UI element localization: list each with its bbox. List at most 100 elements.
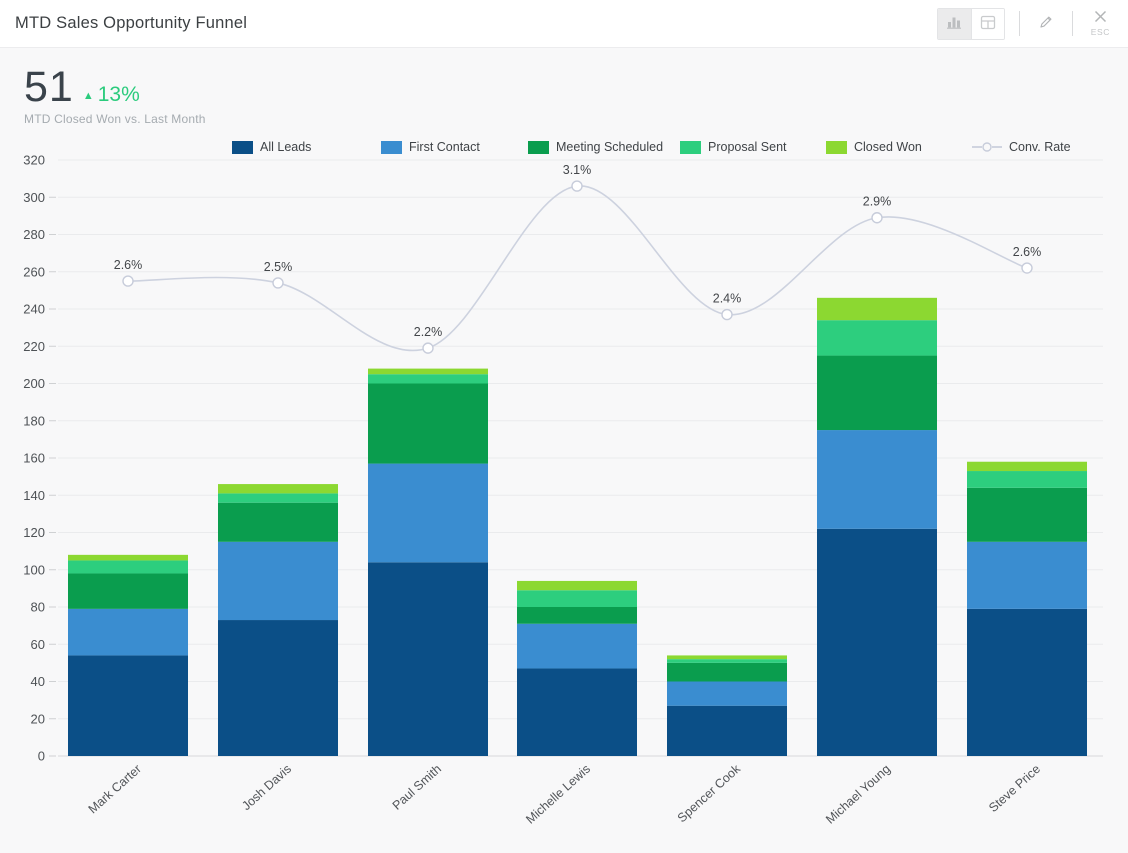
legend-swatch bbox=[232, 141, 253, 154]
legend-item-closed-won[interactable]: Closed Won bbox=[826, 140, 922, 154]
legend-item-meeting-scheduled[interactable]: Meeting Scheduled bbox=[528, 140, 663, 154]
bar-segment-all-leads[interactable] bbox=[68, 655, 188, 756]
bar-segment-all-leads[interactable] bbox=[218, 620, 338, 756]
y-axis-label: 240 bbox=[23, 302, 45, 317]
conv-rate-marker[interactable] bbox=[423, 343, 433, 353]
legend-label: Closed Won bbox=[854, 140, 922, 154]
bar-segment-meeting-scheduled[interactable] bbox=[68, 573, 188, 608]
bar-segment-first-contact[interactable] bbox=[218, 542, 338, 620]
bar-segment-proposal-sent[interactable] bbox=[817, 320, 937, 355]
bar-segment-proposal-sent[interactable] bbox=[218, 493, 338, 502]
bar-segment-first-contact[interactable] bbox=[68, 609, 188, 656]
y-axis-label: 20 bbox=[31, 711, 45, 726]
x-axis-label: Paul Smith bbox=[390, 762, 444, 813]
bar-segment-meeting-scheduled[interactable] bbox=[817, 356, 937, 431]
conv-rate-marker[interactable] bbox=[123, 276, 133, 286]
bar-segment-all-leads[interactable] bbox=[667, 706, 787, 756]
y-axis-label: 220 bbox=[23, 339, 45, 354]
legend-label: Conv. Rate bbox=[1009, 140, 1071, 154]
bar-segment-first-contact[interactable] bbox=[368, 464, 488, 563]
bar-segment-closed-won[interactable] bbox=[218, 484, 338, 493]
y-axis-label: 0 bbox=[38, 749, 45, 764]
legend-swatch bbox=[528, 141, 549, 154]
y-axis-label: 80 bbox=[31, 600, 45, 615]
bar-segment-meeting-scheduled[interactable] bbox=[517, 607, 637, 624]
chart-panel-body: 0204060801001201401601802002202402602803… bbox=[0, 48, 1128, 853]
bar-segment-meeting-scheduled[interactable] bbox=[368, 384, 488, 464]
legend-item-conv-rate[interactable]: Conv. Rate bbox=[972, 140, 1071, 154]
x-axis-label: Josh Davis bbox=[239, 762, 294, 813]
legend-item-all-leads[interactable]: All Leads bbox=[232, 140, 311, 154]
legend-label: First Contact bbox=[409, 140, 480, 154]
conv-rate-value-label: 2.5% bbox=[264, 260, 293, 274]
bar-segment-proposal-sent[interactable] bbox=[967, 471, 1087, 488]
bar-segment-first-contact[interactable] bbox=[517, 624, 637, 669]
bar-segment-first-contact[interactable] bbox=[817, 430, 937, 529]
y-axis-label: 140 bbox=[23, 488, 45, 503]
legend-swatch bbox=[381, 141, 402, 154]
conv-rate-value-label: 2.4% bbox=[713, 292, 742, 306]
x-axis-label: Michael Young bbox=[823, 762, 893, 827]
y-axis-label: 120 bbox=[23, 525, 45, 540]
conv-rate-marker[interactable] bbox=[1022, 263, 1032, 273]
bar-segment-proposal-sent[interactable] bbox=[68, 560, 188, 573]
conv-rate-marker[interactable] bbox=[872, 213, 882, 223]
bar-segment-closed-won[interactable] bbox=[517, 581, 637, 590]
conv-rate-marker[interactable] bbox=[722, 310, 732, 320]
x-axis-label: Spencer Cook bbox=[675, 761, 744, 825]
bar-segment-closed-won[interactable] bbox=[368, 369, 488, 375]
conv-rate-value-label: 2.9% bbox=[863, 195, 892, 209]
bar-segment-meeting-scheduled[interactable] bbox=[967, 488, 1087, 542]
bar-segment-first-contact[interactable] bbox=[667, 682, 787, 706]
line-marker-icon bbox=[972, 141, 1002, 153]
legend-label: Proposal Sent bbox=[708, 140, 787, 154]
y-axis-label: 60 bbox=[31, 637, 45, 652]
x-axis-label: Michelle Lewis bbox=[523, 762, 593, 827]
legend-swatch bbox=[680, 141, 701, 154]
y-axis-label: 160 bbox=[23, 451, 45, 466]
legend-swatch bbox=[826, 141, 847, 154]
pencil-icon bbox=[1038, 14, 1054, 33]
table-view-button[interactable] bbox=[971, 9, 1004, 39]
panel-title: MTD Sales Opportunity Funnel bbox=[15, 14, 247, 33]
bar-segment-meeting-scheduled[interactable] bbox=[218, 503, 338, 542]
legend-label: All Leads bbox=[260, 140, 311, 154]
y-axis-label: 40 bbox=[31, 674, 45, 689]
bar-segment-closed-won[interactable] bbox=[667, 655, 787, 659]
bar-segment-proposal-sent[interactable] bbox=[517, 590, 637, 607]
divider bbox=[1072, 11, 1073, 36]
edit-button[interactable] bbox=[1034, 12, 1058, 35]
conv-rate-value-label: 2.6% bbox=[114, 258, 143, 272]
close-button[interactable]: ESC bbox=[1087, 8, 1114, 39]
bar-segment-all-leads[interactable] bbox=[817, 529, 937, 756]
bar-segment-all-leads[interactable] bbox=[368, 562, 488, 756]
table-grid-icon bbox=[980, 15, 996, 33]
bar-segment-first-contact[interactable] bbox=[967, 542, 1087, 609]
conv-rate-value-label: 2.2% bbox=[414, 325, 443, 339]
bar-segment-proposal-sent[interactable] bbox=[368, 374, 488, 383]
bar-segment-all-leads[interactable] bbox=[517, 668, 637, 756]
bar-segment-closed-won[interactable] bbox=[68, 555, 188, 561]
x-axis-label: Steve Price bbox=[986, 762, 1043, 815]
conv-rate-marker[interactable] bbox=[572, 181, 582, 191]
bar-segment-closed-won[interactable] bbox=[967, 462, 1087, 471]
conv-rate-marker[interactable] bbox=[273, 278, 283, 288]
esc-label: ESC bbox=[1091, 27, 1110, 37]
panel-header: MTD Sales Opportunity Funnel bbox=[0, 0, 1128, 48]
bar-segment-proposal-sent[interactable] bbox=[667, 659, 787, 663]
legend: All Leads First Contact Meeting Scheduled P… bbox=[0, 140, 1128, 156]
bar-segment-closed-won[interactable] bbox=[817, 298, 937, 320]
legend-item-proposal-sent[interactable]: Proposal Sent bbox=[680, 140, 787, 154]
conv-rate-value-label: 3.1% bbox=[563, 163, 592, 177]
view-toggle bbox=[937, 8, 1005, 40]
bar-segment-meeting-scheduled[interactable] bbox=[667, 663, 787, 682]
chart-view-button[interactable] bbox=[938, 9, 971, 39]
funnel-combo-chart: 0204060801001201401601802002202402602803… bbox=[0, 48, 1128, 853]
x-icon bbox=[1094, 10, 1107, 26]
legend-item-first-contact[interactable]: First Contact bbox=[381, 140, 480, 154]
y-axis-label: 200 bbox=[23, 376, 45, 391]
dashboard-panel: MTD Sales Opportunity Funnel bbox=[0, 0, 1128, 853]
bar-segment-all-leads[interactable] bbox=[967, 609, 1087, 756]
y-axis-label: 260 bbox=[23, 264, 45, 279]
divider bbox=[1019, 11, 1020, 36]
